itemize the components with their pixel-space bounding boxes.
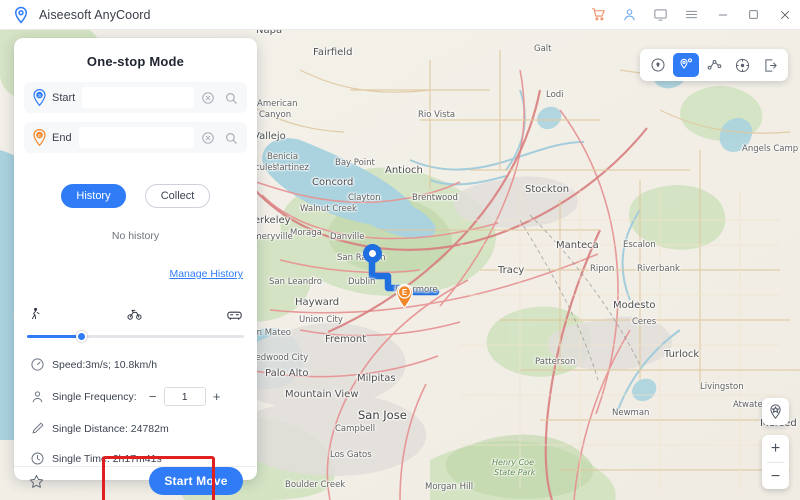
panel-footer: Start Move [14,456,257,500]
empty-history-text: No history [111,230,160,242]
walk-icon[interactable] [28,306,42,327]
tool-multi-stop-mode-icon[interactable] [701,53,727,77]
time-stat-row: Single Time: 2h17m41s [14,451,257,466]
svg-text:S: S [38,93,41,98]
zoom-out-button[interactable]: − [762,463,789,490]
end-label: End [52,131,72,144]
speedometer-icon [30,357,45,372]
frequency-value[interactable]: 1 [163,387,206,406]
svg-text:E: E [402,288,407,297]
tool-one-stop-mode-icon[interactable] [673,53,699,77]
start-search-icon[interactable] [221,88,240,107]
zoom-controls: + − [762,435,789,489]
maximize-icon[interactable] [738,0,769,30]
tool-modify-location-icon[interactable] [645,53,671,77]
map-mode-toolbar [640,49,788,81]
time-value: Single Time: 2h17m41s [52,452,162,465]
anycoord-window: Aiseesoft AnyCoord Napa Fairfield Galt A… [0,0,800,500]
account-icon[interactable] [614,0,645,30]
speed-mode-icons [14,297,257,327]
star-icon[interactable] [28,473,45,490]
bike-icon[interactable] [126,306,143,327]
route-icon [30,421,45,436]
tool-exit-icon[interactable] [757,53,783,77]
locate-me-icon[interactable] [762,398,789,425]
minimize-icon[interactable] [707,0,738,30]
frequency-plus-button[interactable]: + [209,389,225,404]
distance-stat-row: Single Distance: 24782m [14,421,257,436]
frequency-stat-row: Single Frequency: − 1 + [14,387,257,406]
frequency-stepper: − 1 + [145,387,225,406]
distance-value: Single Distance: 24782m [52,422,169,435]
start-label: Start [52,91,76,104]
slider-thumb[interactable] [76,331,88,342]
start-pin-icon: S [32,89,47,107]
speed-value: Speed:3m/s; 10.8km/h [52,358,158,371]
svg-text:E: E [38,133,41,138]
start-clear-circle-icon[interactable] [198,88,217,107]
end-pin-icon: E [32,129,47,147]
start-move-button[interactable]: Start Move [149,467,243,495]
app-title: Aiseesoft AnyCoord [39,7,151,22]
car-icon[interactable] [226,308,243,327]
frequency-minus-button[interactable]: − [145,389,161,404]
screen-icon[interactable] [645,0,676,30]
title-bar: Aiseesoft AnyCoord [0,0,800,30]
panel-title: One-stop Mode [86,54,185,69]
manage-history-row: Manage History [14,264,257,282]
history-collect-tabs: History Collect [14,184,257,208]
app-logo-location-pin-icon [12,6,30,24]
speed-slider[interactable] [27,330,244,342]
end-search-icon[interactable] [221,128,240,147]
clock-icon [30,451,45,466]
manage-history-link[interactable]: Manage History [169,268,243,280]
tab-collect[interactable]: Collect [145,184,210,208]
menu-icon[interactable] [676,0,707,30]
person-icon [30,389,45,404]
close-icon[interactable] [769,0,800,30]
start-field-row: S Start [14,82,257,113]
route-end-marker[interactable]: E [394,281,415,309]
speed-slider-row [14,327,257,342]
frequency-label: Single Frequency: [52,390,137,403]
start-input[interactable] [82,87,194,108]
start-move-wrap: Start Move [102,456,243,500]
tab-history[interactable]: History [61,184,126,208]
route-start-marker[interactable] [363,244,382,263]
speed-stat-row: Speed:3m/s; 10.8km/h [14,357,257,372]
slider-fill [27,335,82,338]
window-controls [583,0,800,30]
end-clear-circle-icon[interactable] [198,128,217,147]
zoom-in-button[interactable]: + [762,435,789,462]
cart-icon[interactable] [583,0,614,30]
one-stop-mode-panel: One-stop Mode S Start E End History Coll… [14,38,257,500]
end-field[interactable]: E End [24,122,247,153]
end-field-row: E End [14,122,257,153]
end-input[interactable] [78,127,194,148]
tool-joystick-mode-icon[interactable] [729,53,755,77]
start-field[interactable]: S Start [24,82,247,113]
